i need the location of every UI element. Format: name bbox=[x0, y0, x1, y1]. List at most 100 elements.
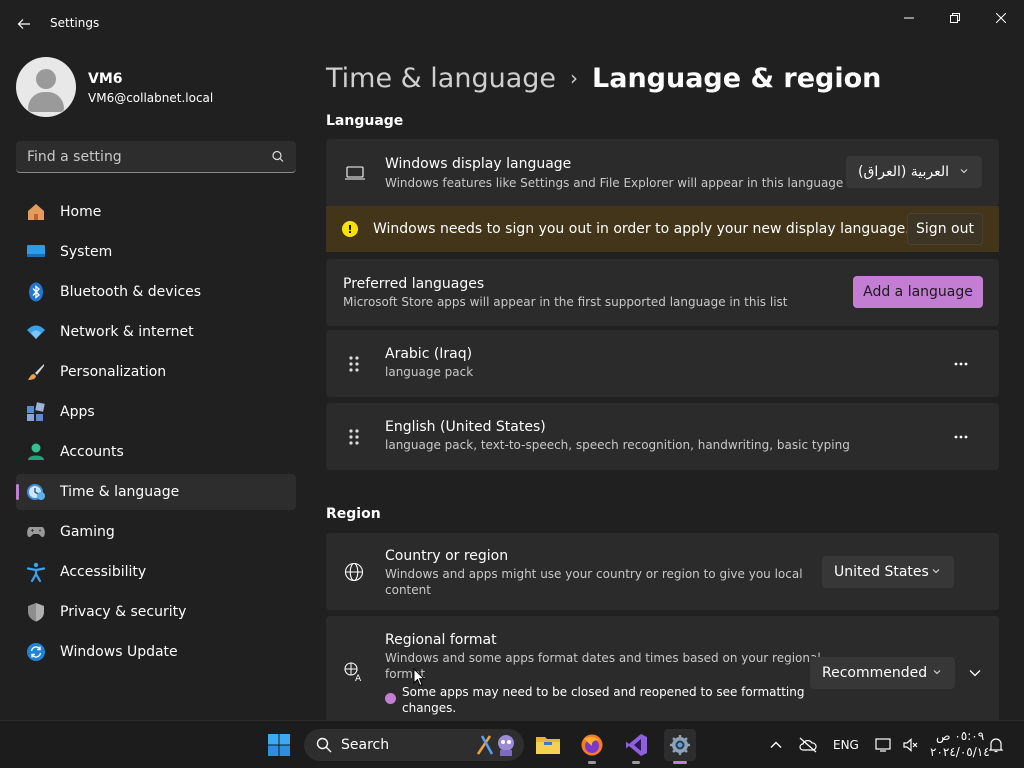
sidebar-item-label: Home bbox=[60, 204, 102, 220]
regional-format-icon: A bbox=[344, 662, 362, 683]
input-language-indicator[interactable]: ENG bbox=[833, 738, 859, 752]
regional-format-note-1: Some apps may need to be closed and reop… bbox=[402, 685, 805, 699]
taskbar-search[interactable]: Search bbox=[304, 729, 524, 761]
user-name: VM6 bbox=[88, 71, 123, 87]
search-input[interactable] bbox=[16, 141, 256, 172]
country-region-card: Country or region Windows and apps might… bbox=[326, 533, 999, 610]
sidebar-item-apps[interactable]: Apps bbox=[16, 394, 296, 430]
sidebar-item-label: Accounts bbox=[60, 444, 124, 460]
avatar bbox=[16, 57, 76, 117]
chevron-down-icon bbox=[932, 569, 940, 574]
running-indicator bbox=[632, 761, 640, 764]
display-language-dropdown[interactable]: العربية (العراق) bbox=[846, 156, 982, 188]
windows-logo-icon bbox=[268, 734, 290, 756]
warning-icon: ! bbox=[342, 221, 358, 237]
sidebar-item-label: Personalization bbox=[60, 364, 167, 380]
language-row-arabic[interactable]: Arabic (Iraq) language pack bbox=[326, 330, 999, 397]
close-button[interactable] bbox=[978, 4, 1024, 32]
sidebar-item-time-language[interactable]: Time & language bbox=[16, 474, 296, 510]
maximize-button[interactable] bbox=[932, 4, 978, 32]
show-hidden-icons-button[interactable] bbox=[760, 729, 792, 761]
regional-format-subtitle-1: Windows and some apps format dates and t… bbox=[385, 651, 821, 665]
file-explorer-button[interactable] bbox=[532, 729, 564, 761]
accounts-icon bbox=[28, 443, 44, 460]
breadcrumb-parent[interactable]: Time & language bbox=[326, 63, 556, 94]
language-features: language pack bbox=[385, 365, 474, 379]
country-region-value: United States bbox=[834, 564, 929, 580]
time-language-icon bbox=[27, 484, 45, 500]
svg-text:A: A bbox=[355, 674, 362, 683]
settings-app-button[interactable] bbox=[664, 729, 696, 764]
language-name: Arabic (Iraq) bbox=[385, 346, 473, 362]
network-icon bbox=[27, 325, 45, 339]
sidebar-item-accounts[interactable]: Accounts bbox=[16, 434, 296, 470]
user-profile[interactable]: VM6 VM6@collabnet.local bbox=[16, 57, 296, 117]
country-region-dropdown[interactable]: United States bbox=[822, 556, 954, 588]
onedrive-button[interactable] bbox=[792, 729, 824, 761]
sidebar-item-personalization[interactable]: Personalization bbox=[16, 354, 296, 390]
sidebar-item-bluetooth[interactable]: Bluetooth & devices bbox=[16, 274, 296, 310]
sidebar-item-windows-update[interactable]: Windows Update bbox=[16, 634, 296, 670]
more-options-button[interactable] bbox=[949, 352, 973, 376]
more-icon bbox=[954, 435, 968, 439]
sidebar-item-accessibility[interactable]: Accessibility bbox=[16, 554, 296, 590]
search-icon[interactable] bbox=[270, 149, 286, 165]
search-icon bbox=[316, 737, 332, 753]
sidebar-item-label: System bbox=[60, 244, 113, 260]
cloud-offline-icon bbox=[799, 737, 817, 753]
sign-out-button[interactable]: Sign out bbox=[907, 213, 983, 245]
active-app-indicator bbox=[673, 761, 687, 764]
gamepad-icon bbox=[27, 527, 45, 538]
sidebar-item-privacy[interactable]: Privacy & security bbox=[16, 594, 296, 630]
language-row-english[interactable]: English (United States) language pack, t… bbox=[326, 403, 999, 470]
minimize-button[interactable] bbox=[886, 4, 932, 32]
arrow-left-icon bbox=[17, 19, 30, 29]
sidebar-item-system[interactable]: System bbox=[16, 234, 296, 270]
breadcrumb-separator: › bbox=[570, 66, 579, 90]
sidebar-item-label: Time & language bbox=[60, 484, 180, 500]
firefox-icon bbox=[581, 734, 603, 756]
drag-handle-icon[interactable] bbox=[347, 355, 361, 373]
volume-button[interactable] bbox=[894, 729, 926, 761]
language-features: language pack, text-to-speech, speech re… bbox=[385, 438, 850, 452]
search-highlight-icon bbox=[476, 735, 514, 756]
laptop-icon bbox=[345, 166, 365, 180]
sidebar-item-label: Network & internet bbox=[60, 324, 194, 340]
taskbar-time[interactable]: ٠٥:٠٩ ص bbox=[936, 729, 984, 743]
user-email: VM6@collabnet.local bbox=[88, 91, 214, 105]
drag-handle-icon[interactable] bbox=[347, 428, 361, 446]
expand-chevron-icon[interactable] bbox=[967, 665, 983, 681]
sign-out-warning: ! Windows needs to sign you out in order… bbox=[326, 206, 999, 252]
notifications-button[interactable] bbox=[980, 729, 1012, 761]
folder-icon bbox=[536, 737, 560, 754]
more-options-button[interactable] bbox=[949, 425, 973, 449]
start-button[interactable] bbox=[263, 729, 295, 761]
brush-icon bbox=[28, 364, 44, 380]
firefox-button[interactable] bbox=[576, 729, 608, 764]
add-language-button[interactable]: Add a language bbox=[853, 276, 983, 308]
minimize-icon bbox=[904, 17, 914, 19]
regional-format-card: A Regional format Windows and some apps … bbox=[326, 616, 999, 720]
title-bar: Settings bbox=[0, 0, 1024, 48]
sidebar-item-gaming[interactable]: Gaming bbox=[16, 514, 296, 550]
sidebar-item-label: Bluetooth & devices bbox=[60, 284, 202, 300]
sidebar-item-home[interactable]: Home bbox=[16, 194, 296, 230]
regional-format-dropdown[interactable]: Recommended bbox=[810, 657, 955, 689]
language-name: English (United States) bbox=[385, 419, 546, 435]
chevron-down-icon bbox=[933, 670, 941, 675]
preferred-languages-card: Preferred languages Microsoft Store apps… bbox=[326, 259, 999, 326]
visual-studio-button[interactable] bbox=[620, 729, 652, 764]
sidebar-item-label: Windows Update bbox=[60, 644, 178, 660]
sidebar-item-network[interactable]: Network & internet bbox=[16, 314, 296, 350]
sidebar-item-label: Apps bbox=[60, 404, 95, 420]
info-dot-icon bbox=[385, 693, 396, 704]
globe-icon bbox=[344, 562, 364, 582]
page-title: Language & region bbox=[592, 62, 882, 94]
more-icon bbox=[954, 362, 968, 366]
close-icon bbox=[996, 13, 1006, 23]
chevron-up-icon bbox=[770, 741, 782, 748]
monitor-network-icon bbox=[875, 738, 891, 752]
visual-studio-icon bbox=[626, 734, 647, 756]
back-button[interactable] bbox=[12, 12, 36, 36]
taskbar: Search ENG ٠٥:٠٩ ص ٢٠٢٤/٠٥/١٤ bbox=[0, 720, 1024, 768]
